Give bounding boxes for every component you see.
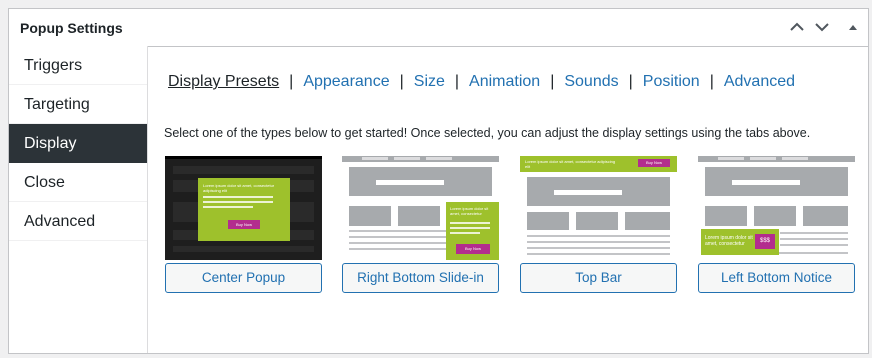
tab-appearance[interactable]: Appearance (303, 73, 389, 90)
tab-separator: | (628, 73, 633, 90)
notice-box: Lorem ipsum dolor sit amet, consectetur … (701, 229, 779, 255)
top-bar-text: Lorem ipsum dolor sit amet, consectetur … (525, 159, 616, 169)
top-bar-buy-button: Buy Now (638, 159, 670, 167)
slide-in-thumbnail[interactable]: Lorem ipsum dolor sit amet, consectetur … (342, 156, 499, 260)
panel-header: Popup Settings (9, 9, 868, 47)
tab-separator: | (454, 73, 460, 90)
tab-bar: Display Presets | Appearance | Size | Animatio… (168, 73, 795, 91)
notice-price-button: $$$ (755, 234, 775, 249)
top-bar-thumbnail[interactable]: Lorem ipsum dolor sit amet, consectetur … (520, 156, 677, 260)
intro-text: Select one of the types below to get sta… (164, 126, 811, 140)
preset-right-bottom-slide-in: Lorem ipsum dolor sit amet, consectetur … (342, 156, 499, 293)
center-popup-text: Lorem ipsum dolor sit amet, consectetur … (203, 183, 275, 193)
tab-separator: | (289, 73, 294, 90)
top-bar-box: Lorem ipsum dolor sit amet, consectetur … (520, 156, 677, 172)
sidebar-item-display[interactable]: Display (9, 124, 147, 163)
slide-in-buy-button: Buy Now (456, 244, 490, 254)
tab-separator: | (550, 73, 555, 90)
sidebar: Triggers Targeting Display Close Advance… (9, 46, 148, 353)
popup-settings-panel: Popup Settings Triggers Targeting Displa… (8, 8, 869, 354)
center-popup-buy-button: Buy Now (228, 220, 260, 229)
slide-in-text: Lorem ipsum dolor sit amet, consectetur (450, 206, 489, 216)
notice-text: Lorem ipsum dolor sit amet, consectetur (705, 235, 753, 247)
preset-center-popup: Lorem ipsum dolor sit amet, consectetur … (165, 156, 322, 293)
tab-separator: | (709, 73, 714, 90)
tab-display-presets[interactable]: Display Presets (168, 73, 279, 90)
chevron-down-icon[interactable] (812, 17, 832, 37)
left-bottom-notice-button[interactable]: Left Bottom Notice (698, 263, 855, 293)
tab-animation[interactable]: Animation (469, 73, 540, 90)
tab-size[interactable]: Size (414, 73, 445, 90)
center-popup-thumbnail[interactable]: Lorem ipsum dolor sit amet, consectetur … (165, 156, 322, 260)
sidebar-item-close[interactable]: Close (9, 163, 147, 202)
sidebar-item-triggers[interactable]: Triggers (9, 46, 147, 85)
slide-in-box: Lorem ipsum dolor sit amet, consectetur … (446, 202, 499, 260)
center-popup-button[interactable]: Center Popup (165, 263, 322, 293)
sidebar-item-advanced[interactable]: Advanced (9, 202, 147, 241)
right-bottom-slide-in-button[interactable]: Right Bottom Slide-in (342, 263, 499, 293)
triangle-up-icon[interactable] (843, 17, 863, 37)
notice-thumbnail[interactable]: Lorem ipsum dolor sit amet, consectetur … (698, 156, 855, 260)
tab-sounds[interactable]: Sounds (564, 73, 618, 90)
center-popup-box: Lorem ipsum dolor sit amet, consectetur … (198, 178, 290, 241)
chevron-up-icon[interactable] (787, 17, 807, 37)
top-bar-button[interactable]: Top Bar (520, 263, 677, 293)
tab-separator: | (399, 73, 404, 90)
sidebar-item-targeting[interactable]: Targeting (9, 85, 147, 124)
preset-top-bar: Lorem ipsum dolor sit amet, consectetur … (520, 156, 677, 293)
tab-position[interactable]: Position (643, 73, 700, 90)
preset-left-bottom-notice: Lorem ipsum dolor sit amet, consectetur … (698, 156, 855, 293)
main-content: Display Presets | Appearance | Size | Animatio… (148, 46, 868, 353)
tab-advanced[interactable]: Advanced (724, 73, 795, 90)
panel-title: Popup Settings (20, 20, 123, 36)
